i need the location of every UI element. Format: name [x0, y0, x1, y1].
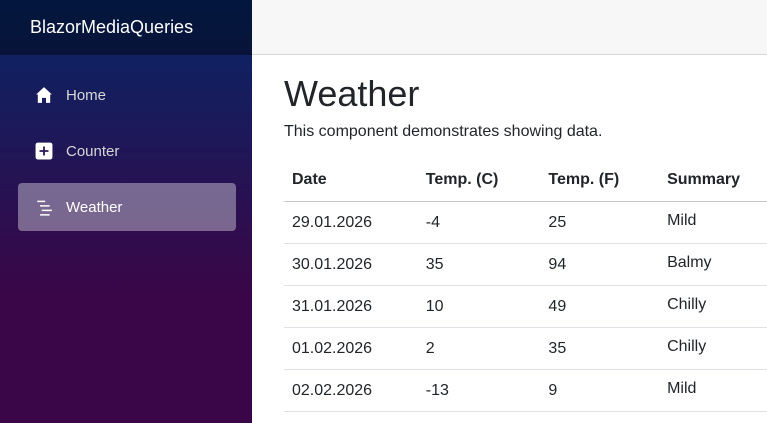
summary-text: Chilly [667, 295, 707, 313]
cell-summary: Balmy [659, 243, 767, 286]
cell-temp-f: 35 [540, 327, 660, 370]
page-title: Weather [284, 73, 420, 114]
plus-square-icon [34, 141, 54, 161]
summary-text: Chilly [667, 337, 707, 355]
sidebar: BlazorMediaQueries Home Counter Weather [0, 0, 252, 423]
cell-date: 29.01.2026 [284, 201, 418, 244]
table-row: 02.02.2026 -13 9 Mild [284, 369, 767, 412]
nav-item-label: Home [66, 86, 107, 104]
nav-menu: Home Counter Weather [0, 55, 252, 231]
table-row: 29.01.2026 -4 25 Mild [284, 201, 767, 244]
cell-temp-f: 94 [540, 243, 660, 286]
cell-date: 01.02.2026 [284, 327, 418, 370]
cell-temp-f: 25 [540, 201, 660, 244]
summary-text: Balmy [667, 253, 712, 271]
list-nested-icon [34, 197, 54, 217]
table-header-row: Date Temp. (C) Temp. (F) Summary [284, 158, 767, 202]
table-row: 30.01.2026 35 94 Balmy [284, 243, 767, 286]
top-bar [252, 0, 767, 55]
nav-item-counter[interactable]: Counter [18, 127, 236, 175]
cell-summary: Mild [659, 201, 767, 244]
nav-item-home[interactable]: Home [18, 71, 236, 119]
main-content: Weather This component demonstrates show… [284, 55, 767, 412]
summary-text: Mild [667, 211, 697, 229]
cell-summary: Chilly [659, 327, 767, 370]
cell-summary: Chilly [659, 285, 767, 328]
column-header-date: Date [284, 158, 418, 202]
page-description: This component demonstrates showing data… [284, 123, 603, 140]
cell-date: 30.01.2026 [284, 243, 418, 286]
cell-temp-c: -4 [417, 201, 541, 244]
summary-text: Mild [667, 379, 697, 397]
nav-item-label: Counter [66, 142, 120, 160]
table-row: 31.01.2026 10 49 Chilly [284, 285, 767, 328]
cell-temp-c: -13 [417, 369, 541, 412]
cell-date: 31.01.2026 [284, 285, 418, 328]
brand-title: BlazorMediaQueries [30, 17, 194, 37]
column-header-temp-c: Temp. (C) [417, 158, 541, 202]
house-icon [34, 85, 54, 105]
cell-temp-f: 49 [540, 285, 660, 328]
weather-table: Date Temp. (C) Temp. (F) Summary 29.01.2… [284, 158, 767, 412]
cell-date: 02.02.2026 [284, 369, 418, 412]
table-row: 01.02.2026 2 35 Chilly [284, 327, 767, 370]
cell-temp-f: 9 [540, 369, 660, 412]
brand-link[interactable]: BlazorMediaQueries [0, 0, 252, 55]
cell-temp-c: 2 [417, 327, 541, 370]
nav-item-label: Weather [66, 198, 123, 216]
cell-temp-c: 35 [417, 243, 541, 286]
cell-temp-c: 10 [417, 285, 541, 328]
column-header-temp-f: Temp. (F) [540, 158, 660, 202]
cell-summary: Mild [659, 369, 767, 412]
column-header-summary: Summary [659, 158, 767, 202]
nav-item-weather[interactable]: Weather [18, 183, 236, 231]
